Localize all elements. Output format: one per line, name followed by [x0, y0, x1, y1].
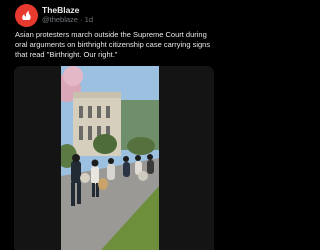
author-name[interactable]: TheBlaze: [42, 5, 79, 15]
video-thumbnail[interactable]: [61, 66, 159, 250]
avatar[interactable]: [15, 4, 38, 27]
separator-dot: ·: [80, 15, 83, 24]
author-handle[interactable]: @theblaze: [42, 15, 78, 24]
author-meta: @theblaze · 1d: [42, 15, 93, 24]
video-scene: [61, 66, 159, 250]
post-text: Asian protesters march outside the Supre…: [15, 30, 211, 59]
post-card[interactable]: TheBlaze @theblaze · 1d Asian protesters…: [0, 0, 245, 250]
timestamp[interactable]: 1d: [85, 15, 93, 24]
theblaze-logo-icon: [22, 10, 31, 20]
video-player[interactable]: [14, 66, 214, 250]
